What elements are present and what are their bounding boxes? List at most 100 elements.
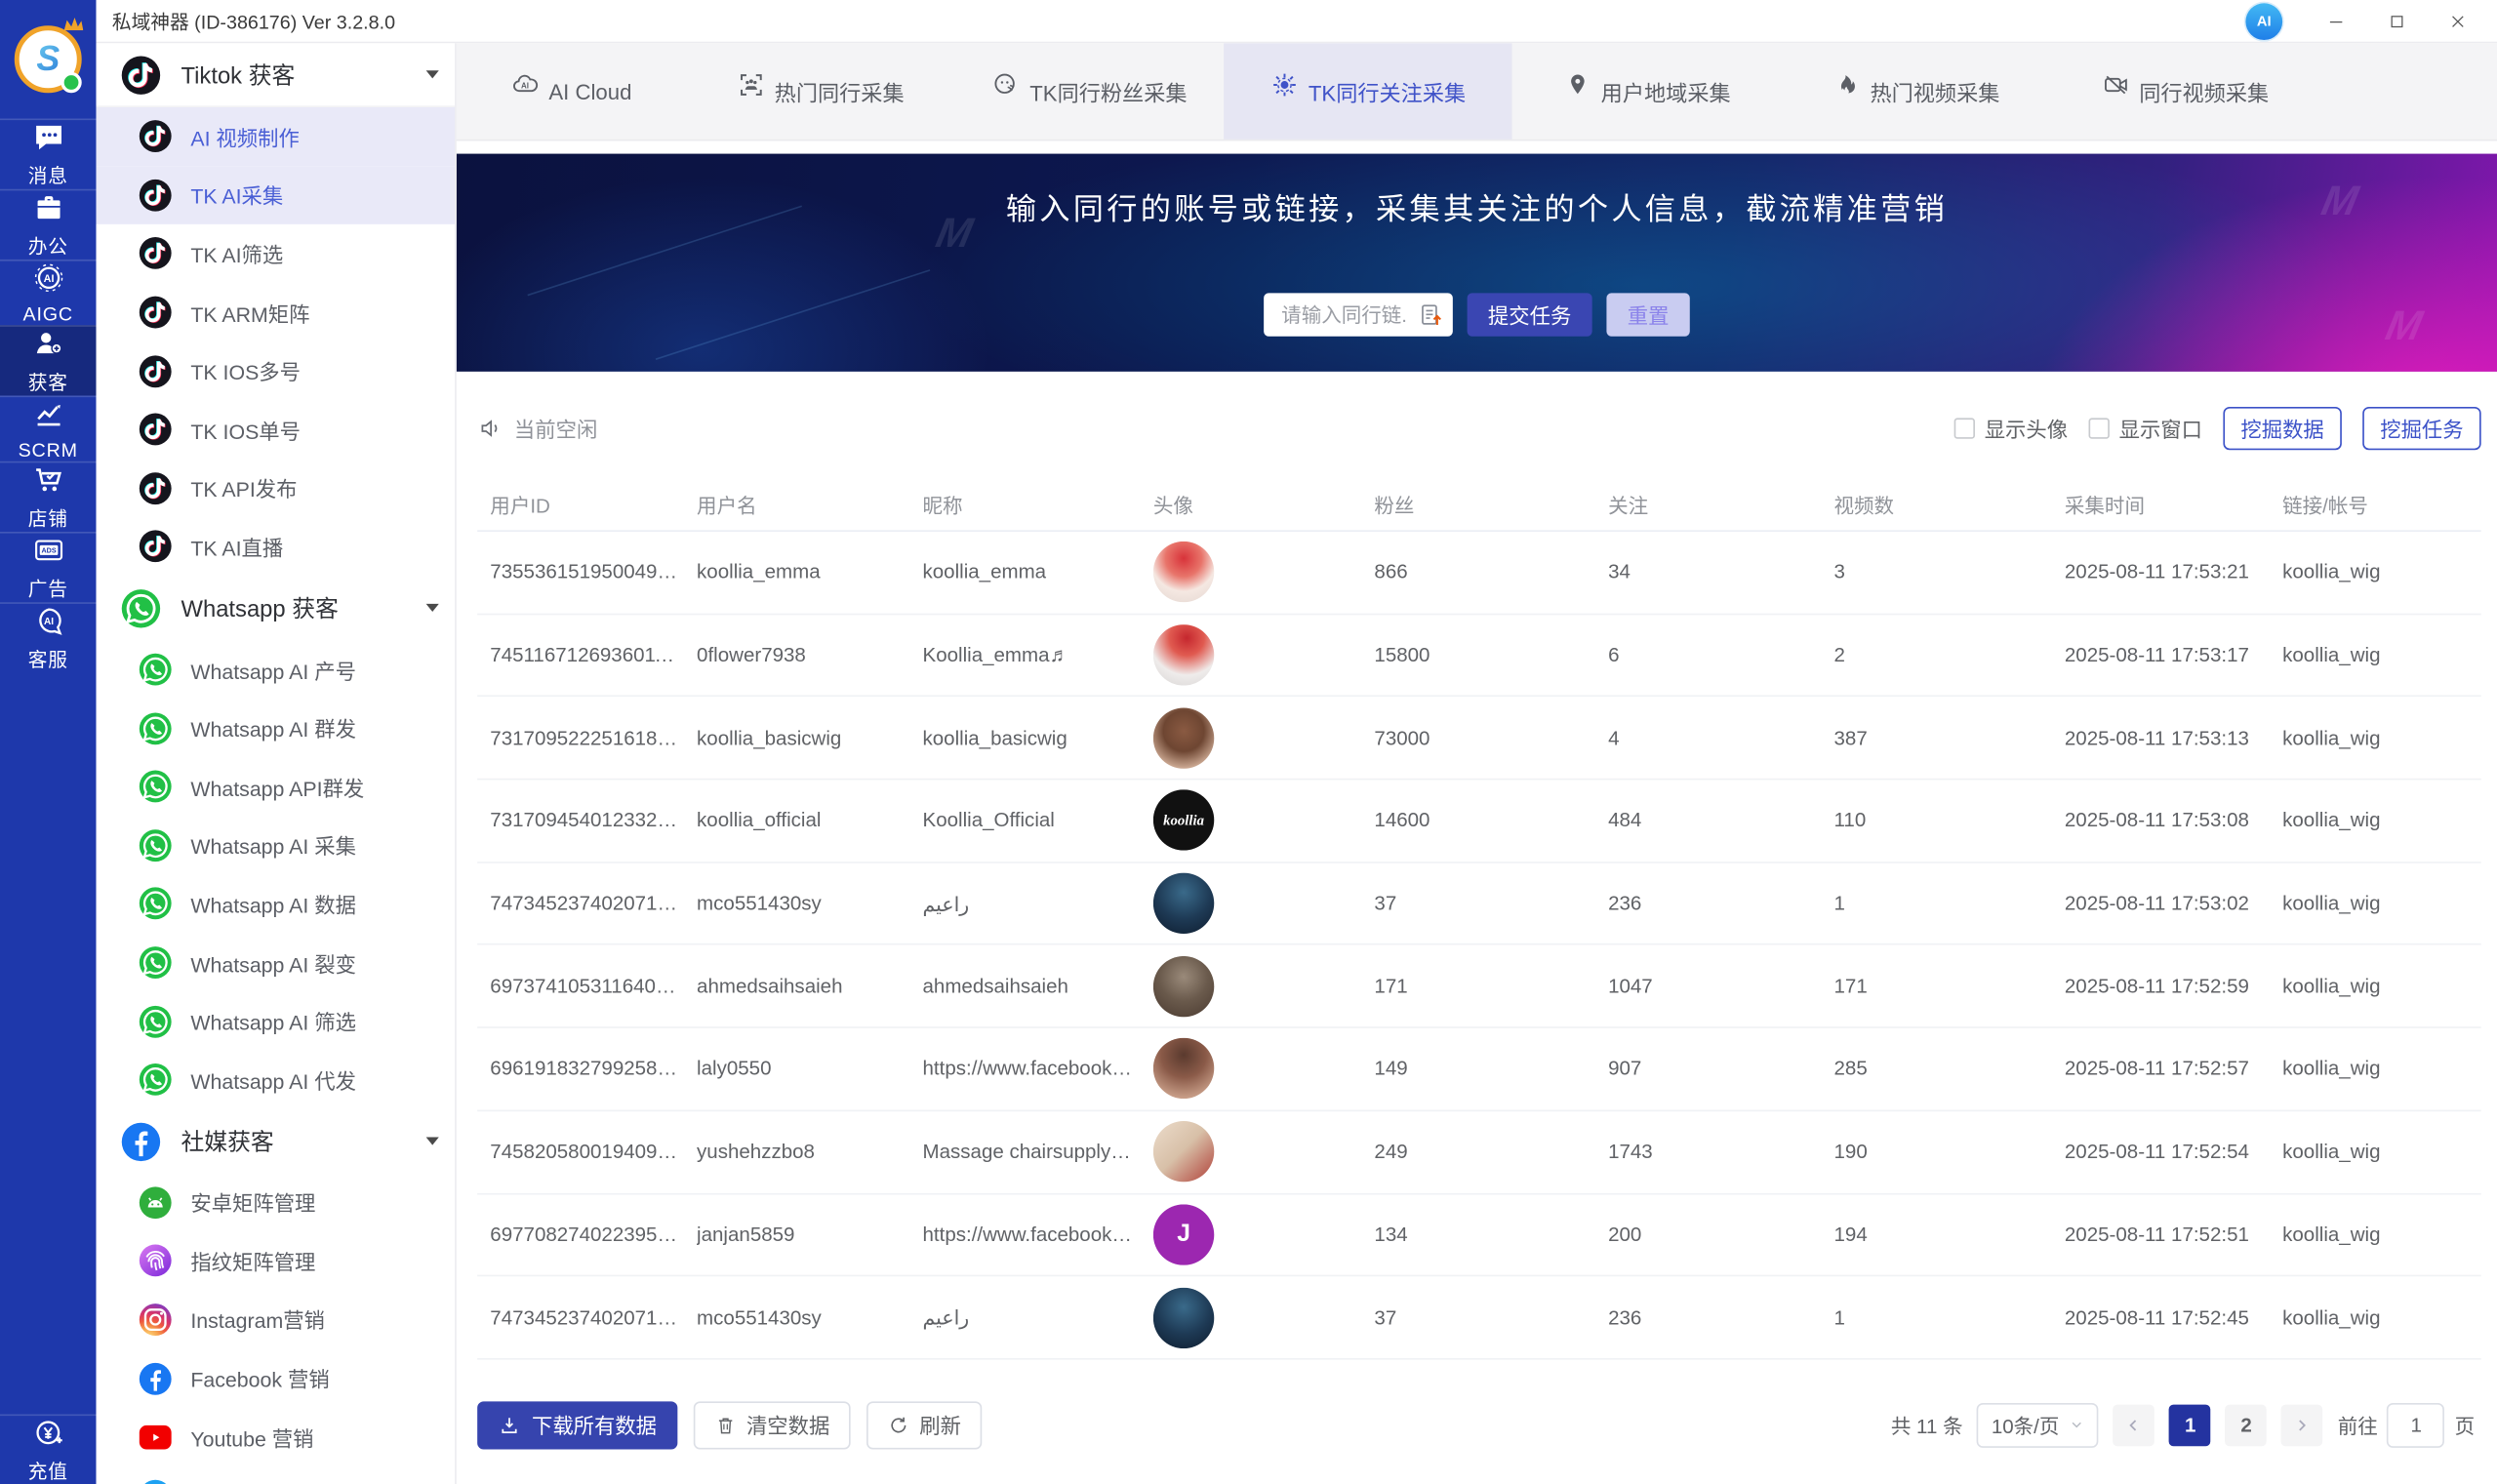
menu-section-whatsapp-acquisition[interactable]: Whatsapp 获客 [96, 577, 455, 641]
rail-item-shop[interactable]: 店铺 [0, 461, 97, 532]
table-row: 7451167126936011818 0flower7938 Koollia_em… [477, 615, 2481, 698]
close-button[interactable] [2427, 0, 2487, 42]
page-button-2[interactable]: 2 [2225, 1404, 2268, 1447]
cell-avatar [1152, 1038, 1375, 1100]
goto-page-input[interactable] [2387, 1402, 2445, 1448]
whatsapp-icon [139, 829, 172, 862]
rail-item-acquisition[interactable]: 获客 [0, 325, 97, 396]
mine-data-button[interactable]: 挖掘数据 [2223, 406, 2342, 450]
checkbox-box [1953, 417, 1975, 438]
menu-item-wa-ai-collect[interactable]: Whatsapp AI 采集 [96, 816, 455, 874]
instagram-icon [139, 1304, 172, 1336]
cell-link: koollia_wig [2282, 643, 2381, 666]
menu-label: 指纹矩阵管理 [190, 1250, 316, 1275]
menu-item-wa-ai-data[interactable]: Whatsapp AI 数据 [96, 874, 455, 933]
menu-item-fingerprint-matrix[interactable]: 指纹矩阵管理 [96, 1231, 455, 1290]
reset-button[interactable]: 重置 [1606, 293, 1690, 337]
cell-username: koollia_emma [697, 561, 821, 584]
cell-fans: 15800 [1374, 643, 1430, 666]
chevron-right-icon [2293, 1416, 2313, 1435]
minimize-button[interactable] [2305, 0, 2365, 42]
rail-item-messages[interactable]: 消息 [0, 118, 97, 188]
service-icon: AI [31, 604, 64, 637]
paste-icon[interactable] [1418, 301, 1445, 329]
table-row: 7355361519500493870 koollia_emma koollia_e… [477, 532, 2481, 615]
cell-link: koollia_wig [2282, 1223, 2381, 1246]
maximize-button[interactable] [2365, 0, 2426, 42]
menu-item-facebook-marketing[interactable]: Facebook 营销 [96, 1349, 455, 1408]
menu-item-wa-ai-groupsend[interactable]: Whatsapp AI 群发 [96, 699, 455, 757]
peer-link-input[interactable] [1277, 301, 1412, 328]
menu-item-youtube-marketing[interactable]: Youtube 营销 [96, 1408, 455, 1466]
tab-user-region-collect[interactable]: 用户地域采集 [1512, 43, 1782, 139]
cell-nickname: راعيم [922, 1306, 970, 1330]
show-window-checkbox[interactable]: 显示窗口 [2088, 413, 2202, 443]
tab-ai-cloud[interactable]: AI AI Cloud [457, 43, 686, 139]
menu-section-social-acquisition[interactable]: 社媒获客 [96, 1109, 455, 1174]
cell-videos: 2 [1833, 643, 1845, 666]
cell-fans: 37 [1374, 892, 1397, 915]
menu-item-tk-arm-matrix[interactable]: TK ARM矩阵 [96, 283, 455, 341]
prev-page-button[interactable] [2113, 1404, 2155, 1447]
rail-item-label: 获客 [27, 371, 68, 394]
menu-item-tk-ai-live[interactable]: TK AI直播 [96, 517, 455, 576]
table-footer: 下载所有数据 清空数据 刷新 共 11 条 10条/页 1 2 前往 1 页 [477, 1401, 2475, 1450]
avatar [1152, 1286, 1215, 1348]
rail-item-service[interactable]: AI 客服 [0, 602, 97, 672]
ai-assistant-avatar[interactable]: AI [2245, 2, 2283, 40]
next-page-button[interactable] [2281, 1404, 2323, 1447]
cell-fans: 866 [1374, 561, 1408, 584]
menu-item-instagram-marketing[interactable]: Instagram营销 [96, 1291, 455, 1349]
rail-item-ads[interactable]: ADS 广告 [0, 531, 97, 602]
cell-id: 7451167126936011818 [490, 643, 698, 666]
refresh-button[interactable]: 刷新 [866, 1401, 983, 1450]
cell-id: 7473452374020719634 [490, 892, 698, 915]
menu-item-tk-api-publish[interactable]: TK API发布 [96, 459, 455, 517]
content-area: M M M 输入同行的账号或链接，采集其关注的个人信息，截流精准营销 提交任务 [456, 140, 2497, 1484]
menu-section-tiktok-acquisition[interactable]: Tiktok 获客 [96, 43, 456, 107]
tab-peer-video-collect[interactable]: 同行视频采集 [2050, 43, 2319, 139]
avatar: koollia [1152, 789, 1215, 852]
primary-sidebar: S 消息 办公 AI AIGC 获客 SCRM 店铺 ADS 广告 AI 客服 充值 [0, 0, 97, 1484]
menu-item-wa-ai-account[interactable]: Whatsapp AI 产号 [96, 640, 455, 699]
rail-item-recharge[interactable]: 充值 [0, 1413, 97, 1484]
show-avatar-checkbox[interactable]: 显示头像 [1953, 413, 2068, 443]
window-title: 私域神器 (ID-386176) Ver 3.2.8.0 [111, 10, 396, 33]
cell-avatar: koollia [1152, 789, 1375, 852]
cell-nickname: Massage chairsupplychain [922, 1141, 1153, 1163]
cell-avatar [1152, 872, 1375, 935]
menu-item-wa-api-groupsend[interactable]: Whatsapp API群发 [96, 757, 455, 816]
app-logo[interactable]: S [0, 0, 96, 118]
menu-item-tk-ai-collect[interactable]: TK AI采集 [96, 166, 456, 225]
tab-hot-video-collect[interactable]: 热门视频采集 [1781, 43, 2050, 139]
menu-item-android-matrix[interactable]: 安卓矩阵管理 [96, 1173, 455, 1231]
page-button-1[interactable]: 1 [2169, 1404, 2212, 1447]
menu-item-ai-video-create[interactable]: AI 视频制作 [96, 106, 456, 167]
mine-task-button[interactable]: 挖掘任务 [2362, 406, 2481, 450]
rail-item-office[interactable]: 办公 [0, 188, 97, 260]
cell-id: 7458205800194098177 [490, 1141, 698, 1163]
tab-bar: AI AI Cloud 热门同行采集 TK同行粉丝采集 TK同行关注采集 用户地域采集 热门… [456, 43, 2497, 141]
page-size-select[interactable]: 10条/页 [1977, 1402, 2100, 1448]
menu-label: TK AI筛选 [190, 243, 284, 268]
acquire-icon [31, 327, 64, 360]
whatsapp-icon [121, 588, 161, 628]
menu-item-wa-ai-proxy-send[interactable]: Whatsapp AI 代发 [96, 1051, 455, 1109]
menu-item-tk-ios-single[interactable]: TK IOS单号 [96, 400, 455, 459]
tab-tk-peer-follow-collect[interactable]: TK同行关注采集 [1224, 43, 1512, 140]
cell-nickname: راعيم [922, 893, 970, 916]
menu-item-tk-ios-multi[interactable]: TK IOS多号 [96, 341, 455, 400]
menu-item-wa-ai-filter[interactable]: Whatsapp AI 筛选 [96, 992, 455, 1051]
menu-item-tk-ai-filter[interactable]: TK AI筛选 [96, 224, 455, 283]
tab-hot-peer-collect[interactable]: 热门同行采集 [686, 43, 955, 139]
menu-item-wa-ai-fission[interactable]: Whatsapp AI 裂变 [96, 934, 455, 992]
facebook-icon [139, 1362, 172, 1395]
menu-item-twitter-marketing[interactable]: Twitter 营销 [96, 1466, 455, 1484]
secondary-sidebar: Tiktok 获客 AI 视频制作 TK AI采集 TK AI筛选 TK ARM矩阵 TK… [96, 43, 457, 1484]
rail-item-scrm[interactable]: SCRM [0, 395, 97, 461]
clear-data-button[interactable]: 清空数据 [693, 1401, 851, 1450]
tab-tk-peer-fans-collect[interactable]: TK同行粉丝采集 [954, 43, 1224, 139]
download-all-button[interactable]: 下载所有数据 [477, 1401, 678, 1450]
submit-task-button[interactable]: 提交任务 [1467, 293, 1592, 337]
rail-item-aigc[interactable]: AI AIGC [0, 259, 97, 325]
